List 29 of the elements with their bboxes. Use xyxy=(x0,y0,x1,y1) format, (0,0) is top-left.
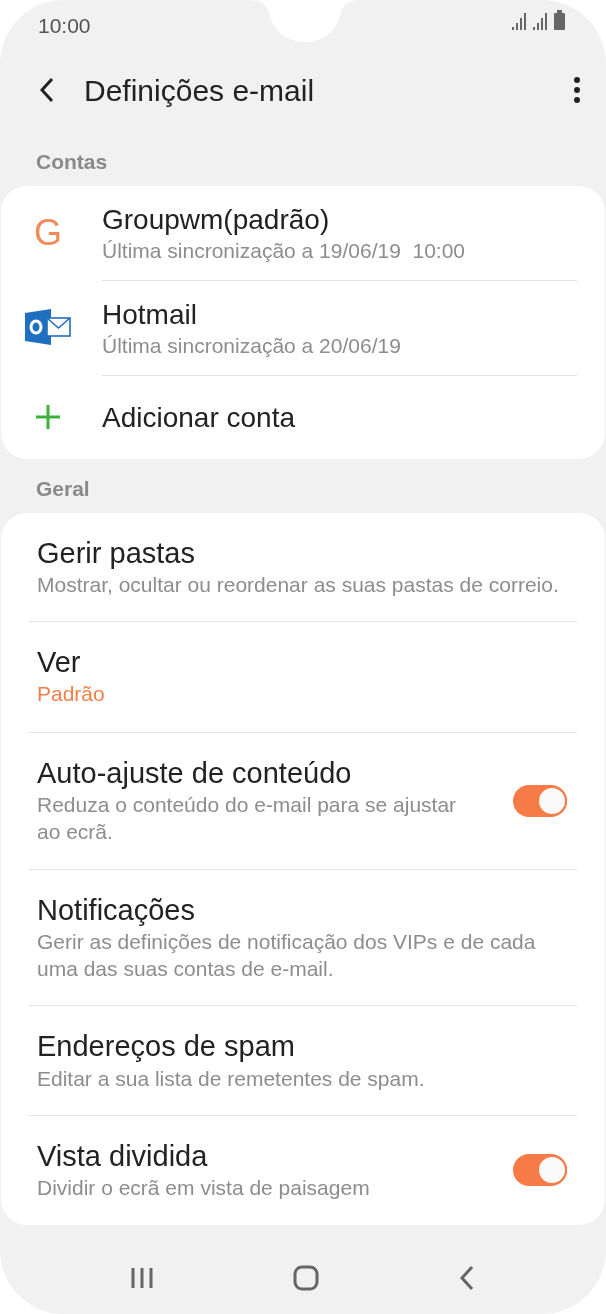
mail-app-icon xyxy=(25,309,71,346)
setting-title: Hotmail xyxy=(102,297,198,332)
setting-title: Vista dividida xyxy=(37,1138,209,1174)
setting-description: Editar a sua lista de remetentes de spam. xyxy=(37,1065,426,1092)
setting-title: Ver xyxy=(37,645,82,681)
setting-value: Padrão xyxy=(37,681,106,708)
setting-title: Auto-ajuste de conteúdo xyxy=(37,755,353,791)
account-letter-icon: G xyxy=(25,214,71,251)
setting-description: Última sincronização a 19/06/19 10:00 xyxy=(102,237,467,264)
setting-title: Gerir pastas xyxy=(37,535,196,571)
home-icon[interactable] xyxy=(293,1265,319,1291)
recent-apps-icon[interactable] xyxy=(129,1266,154,1290)
setting-title: Groupwm(padrão) xyxy=(102,202,331,237)
status-icons xyxy=(512,10,568,32)
setting-description: Mostrar, ocultar ou reordenar as suas pastas de correio. xyxy=(37,571,560,598)
setting-description: Reduza o conteúdo do e-mail para se ajustar ao ecrã. xyxy=(37,792,458,846)
section-header: Contas xyxy=(35,149,109,175)
toggle-switch[interactable] xyxy=(513,784,567,817)
add-account-link[interactable]: Adicionar conta xyxy=(102,400,577,436)
status-time: 10:00 xyxy=(38,13,91,39)
toggle-switch[interactable] xyxy=(513,1154,567,1187)
screen-title: Definições e-mail xyxy=(84,72,316,109)
section-header: Geral xyxy=(35,476,91,503)
setting-description: Gerir as definições de notificação dos VIPs e de cada uma das suas contas de e-mail. xyxy=(37,928,537,983)
setting-description: Última sincronização a 20/06/19 xyxy=(102,332,402,359)
setting-description: Dividir o ecrã em vista de paisagem xyxy=(37,1175,371,1202)
more-options-icon[interactable] xyxy=(572,77,582,103)
setting-title: Notificações xyxy=(37,892,196,928)
setting-title: Endereços de spam xyxy=(37,1029,296,1065)
